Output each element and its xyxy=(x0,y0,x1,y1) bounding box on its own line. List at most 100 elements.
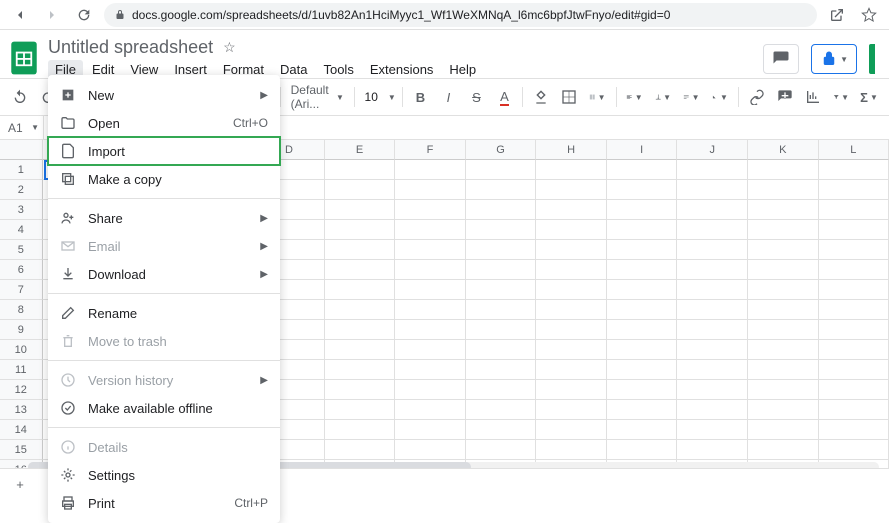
cell[interactable] xyxy=(748,180,819,200)
doc-title[interactable]: Untitled spreadsheet xyxy=(48,37,213,58)
cell[interactable] xyxy=(466,240,537,260)
valign-button[interactable]: ▼ xyxy=(651,84,675,110)
cell[interactable] xyxy=(395,260,466,280)
row-header[interactable]: 5 xyxy=(0,240,43,260)
select-all-corner[interactable] xyxy=(0,140,43,160)
cell[interactable] xyxy=(607,320,678,340)
cell[interactable] xyxy=(677,420,748,440)
link-button[interactable] xyxy=(745,84,769,110)
cell[interactable] xyxy=(607,380,678,400)
strike-button[interactable]: S xyxy=(464,84,488,110)
cell[interactable] xyxy=(466,380,537,400)
cell[interactable] xyxy=(466,200,537,220)
cell[interactable] xyxy=(466,160,537,180)
menu-tools[interactable]: Tools xyxy=(316,60,360,79)
cell[interactable] xyxy=(466,400,537,420)
cell[interactable] xyxy=(748,420,819,440)
cell[interactable] xyxy=(607,300,678,320)
cell[interactable] xyxy=(466,280,537,300)
menu-make-copy[interactable]: Make a copy xyxy=(48,165,280,193)
borders-button[interactable] xyxy=(557,84,581,110)
cell[interactable] xyxy=(677,400,748,420)
menu-settings[interactable]: Settings xyxy=(48,461,280,489)
col-header[interactable]: G xyxy=(466,140,537,160)
cell[interactable] xyxy=(677,380,748,400)
cell[interactable] xyxy=(536,320,607,340)
cell[interactable] xyxy=(748,440,819,460)
cell[interactable] xyxy=(466,220,537,240)
cell[interactable] xyxy=(607,400,678,420)
menu-print[interactable]: PrintCtrl+P xyxy=(48,489,280,517)
name-box[interactable]: A1▼ xyxy=(0,116,44,139)
menu-move-trash[interactable]: Move to trash xyxy=(48,327,280,355)
cell[interactable] xyxy=(325,260,396,280)
cell[interactable] xyxy=(395,420,466,440)
fill-color-button[interactable] xyxy=(529,84,553,110)
row-header[interactable]: 2 xyxy=(0,180,43,200)
cell[interactable] xyxy=(748,280,819,300)
menu-email[interactable]: Email▶ xyxy=(48,232,280,260)
back-button[interactable] xyxy=(8,2,32,28)
cell[interactable] xyxy=(536,380,607,400)
cell[interactable] xyxy=(607,420,678,440)
cell[interactable] xyxy=(325,280,396,300)
cell[interactable] xyxy=(395,240,466,260)
menu-import[interactable]: Import xyxy=(48,137,280,165)
cell[interactable] xyxy=(607,260,678,280)
cell[interactable] xyxy=(607,220,678,240)
cell[interactable] xyxy=(677,360,748,380)
cell[interactable] xyxy=(466,300,537,320)
cell[interactable] xyxy=(395,360,466,380)
cell[interactable] xyxy=(748,360,819,380)
cell[interactable] xyxy=(819,360,889,380)
share-browser-button[interactable] xyxy=(825,2,849,28)
bookmark-button[interactable] xyxy=(857,2,881,28)
cell[interactable] xyxy=(748,260,819,280)
font-select[interactable]: Default (Ari...▼ xyxy=(287,83,348,111)
cell[interactable] xyxy=(607,280,678,300)
bold-button[interactable]: B xyxy=(408,84,432,110)
row-header[interactable]: 6 xyxy=(0,260,43,280)
wrap-button[interactable]: ▼ xyxy=(679,84,703,110)
address-bar[interactable]: docs.google.com/spreadsheets/d/1uvb82An1… xyxy=(104,3,817,27)
cell[interactable] xyxy=(395,340,466,360)
merge-button[interactable]: ▼ xyxy=(585,84,609,110)
share-button[interactable]: ▼ xyxy=(811,44,857,74)
row-header[interactable]: 8 xyxy=(0,300,43,320)
menu-version-history[interactable]: Version history▶ xyxy=(48,366,280,394)
cell[interactable] xyxy=(819,380,889,400)
cell[interactable] xyxy=(677,340,748,360)
comments-button[interactable] xyxy=(763,44,799,74)
cell[interactable] xyxy=(536,440,607,460)
cell[interactable] xyxy=(677,280,748,300)
cell[interactable] xyxy=(536,260,607,280)
cell[interactable] xyxy=(748,340,819,360)
cell[interactable] xyxy=(677,180,748,200)
undo-button[interactable] xyxy=(8,84,32,110)
cell[interactable] xyxy=(466,360,537,380)
cell[interactable] xyxy=(607,360,678,380)
cell[interactable] xyxy=(607,200,678,220)
cell[interactable] xyxy=(748,300,819,320)
forward-button[interactable] xyxy=(40,2,64,28)
row-header[interactable]: 4 xyxy=(0,220,43,240)
cell[interactable] xyxy=(536,240,607,260)
menu-open[interactable]: OpenCtrl+O xyxy=(48,109,280,137)
cell[interactable] xyxy=(819,220,889,240)
menu-download[interactable]: Download▶ xyxy=(48,260,280,288)
cell[interactable] xyxy=(466,440,537,460)
menu-share[interactable]: Share▶ xyxy=(48,204,280,232)
cell[interactable] xyxy=(466,180,537,200)
cell[interactable] xyxy=(677,300,748,320)
cell[interactable] xyxy=(819,320,889,340)
cell[interactable] xyxy=(325,220,396,240)
cell[interactable] xyxy=(395,220,466,240)
cell[interactable] xyxy=(325,360,396,380)
cell[interactable] xyxy=(325,340,396,360)
cell[interactable] xyxy=(395,300,466,320)
cell[interactable] xyxy=(395,280,466,300)
cell[interactable] xyxy=(819,280,889,300)
col-header[interactable]: F xyxy=(395,140,466,160)
menu-details[interactable]: Details xyxy=(48,433,280,461)
cell[interactable] xyxy=(819,340,889,360)
